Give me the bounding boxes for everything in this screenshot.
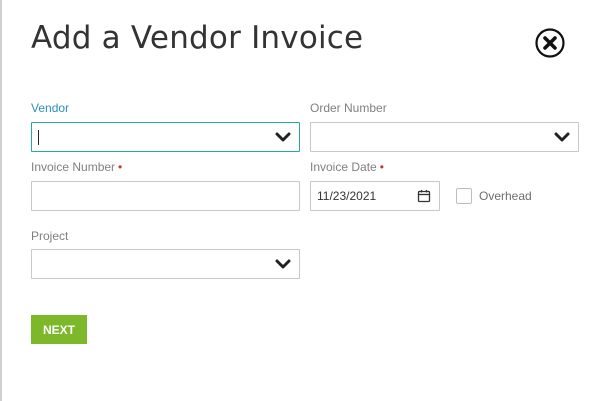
chevron-down-icon: [275, 259, 291, 269]
invoice-date-label: Invoice Date •: [310, 160, 384, 174]
invoice-date-label-text: Invoice Date: [310, 160, 377, 174]
invoice-date-value: 11/23/2021: [317, 189, 377, 203]
next-button[interactable]: NEXT: [31, 315, 87, 344]
text-cursor: [38, 130, 39, 145]
vendor-select[interactable]: [31, 122, 300, 152]
project-select[interactable]: [31, 249, 300, 279]
vendor-label: Vendor: [31, 101, 70, 115]
dialog-title: Add a Vendor Invoice: [31, 20, 364, 56]
invoice-number-input[interactable]: [31, 181, 300, 211]
chevron-down-icon: [554, 132, 570, 142]
close-icon: [535, 28, 565, 58]
order-number-select[interactable]: [310, 122, 579, 152]
overhead-label: Overhead: [479, 189, 532, 203]
invoice-date-input[interactable]: 11/23/2021: [310, 181, 440, 211]
required-marker: •: [379, 160, 384, 174]
close-button[interactable]: [535, 28, 565, 58]
dialog-left-border: [0, 0, 2, 401]
calendar-icon[interactable]: [417, 189, 431, 203]
required-marker: •: [118, 160, 123, 174]
overhead-checkbox[interactable]: [456, 188, 472, 204]
project-label: Project: [31, 229, 69, 243]
chevron-down-icon: [275, 132, 291, 142]
invoice-number-label: Invoice Number •: [31, 160, 122, 174]
invoice-number-label-text: Invoice Number: [31, 160, 116, 174]
order-number-label: Order Number: [310, 101, 387, 115]
